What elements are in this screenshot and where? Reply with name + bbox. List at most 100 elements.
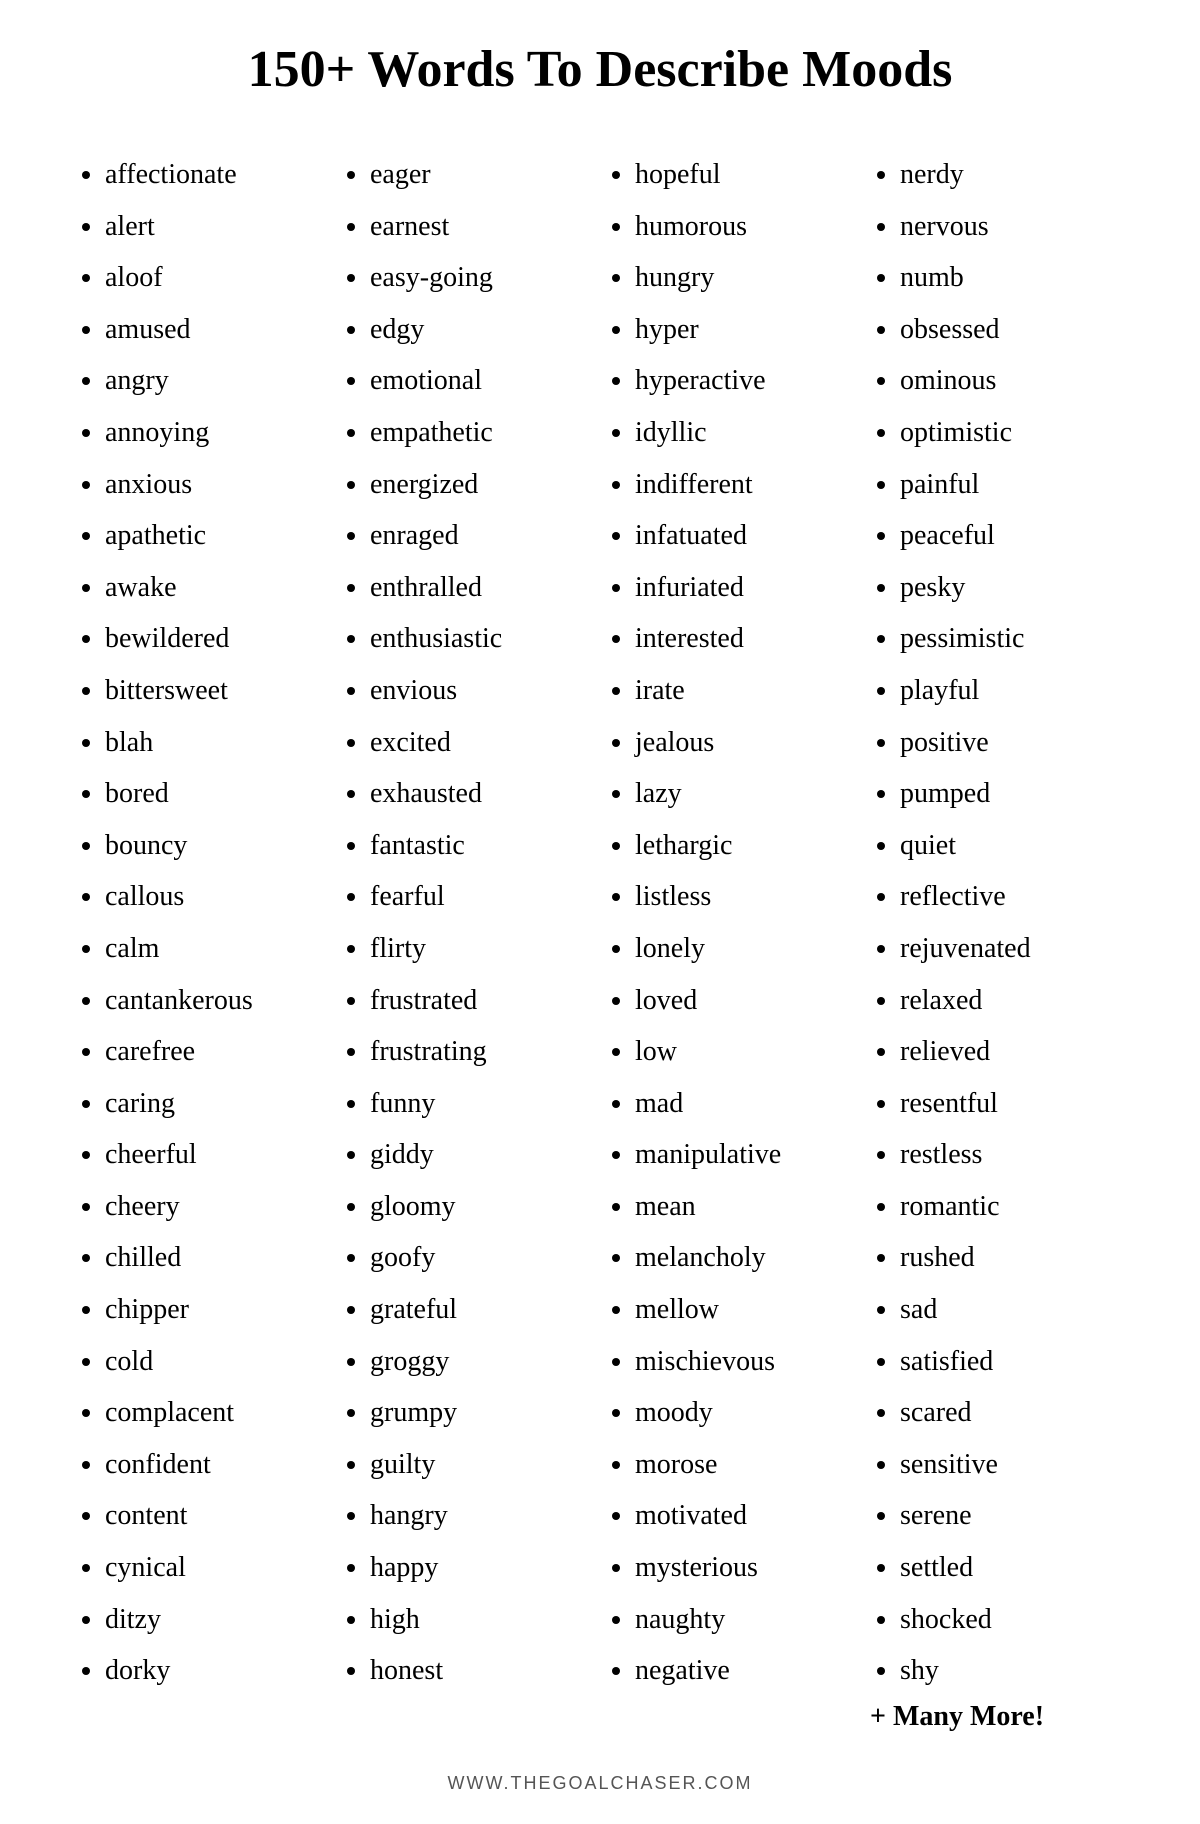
list-item: high bbox=[370, 1594, 590, 1646]
list-item: cold bbox=[105, 1336, 325, 1388]
list-item: humorous bbox=[635, 201, 855, 253]
list-item: complacent bbox=[105, 1387, 325, 1439]
list-item: manipulative bbox=[635, 1129, 855, 1181]
footer: WWW.THEGOALCHASER.COM bbox=[70, 1773, 1130, 1794]
list-item: mad bbox=[635, 1078, 855, 1130]
list-item: lonely bbox=[635, 923, 855, 975]
list-item: morose bbox=[635, 1439, 855, 1491]
list-item: peaceful bbox=[900, 510, 1120, 562]
list-item: relieved bbox=[900, 1026, 1120, 1078]
list-item: cantankerous bbox=[105, 975, 325, 1027]
list-item: easy-going bbox=[370, 252, 590, 304]
list-item: bored bbox=[105, 768, 325, 820]
list-item: nerdy bbox=[900, 149, 1120, 201]
word-list-4: nerdynervousnumbobsessedominousoptimisti… bbox=[875, 149, 1120, 1697]
list-item: cheery bbox=[105, 1181, 325, 1233]
list-item: idyllic bbox=[635, 407, 855, 459]
list-item: quiet bbox=[900, 820, 1120, 872]
list-item: exhausted bbox=[370, 768, 590, 820]
list-item: pesky bbox=[900, 562, 1120, 614]
list-item: rushed bbox=[900, 1232, 1120, 1284]
list-item: negative bbox=[635, 1645, 855, 1697]
list-item: mellow bbox=[635, 1284, 855, 1336]
list-item: infatuated bbox=[635, 510, 855, 562]
list-item: hyper bbox=[635, 304, 855, 356]
list-item: moody bbox=[635, 1387, 855, 1439]
list-item: restless bbox=[900, 1129, 1120, 1181]
list-item: goofy bbox=[370, 1232, 590, 1284]
list-item: lethargic bbox=[635, 820, 855, 872]
list-item: interested bbox=[635, 613, 855, 665]
list-item: hyperactive bbox=[635, 355, 855, 407]
list-item: gloomy bbox=[370, 1181, 590, 1233]
list-item: jealous bbox=[635, 717, 855, 769]
list-item: rejuvenated bbox=[900, 923, 1120, 975]
list-item: motivated bbox=[635, 1490, 855, 1542]
list-item: optimistic bbox=[900, 407, 1120, 459]
column-3: hopefulhumoroushungryhyperhyperactiveidy… bbox=[600, 149, 865, 1733]
list-item: happy bbox=[370, 1542, 590, 1594]
list-item: enthralled bbox=[370, 562, 590, 614]
list-item: resentful bbox=[900, 1078, 1120, 1130]
list-item: calm bbox=[105, 923, 325, 975]
list-item: cheerful bbox=[105, 1129, 325, 1181]
list-item: playful bbox=[900, 665, 1120, 717]
list-item: nervous bbox=[900, 201, 1120, 253]
list-item: awake bbox=[105, 562, 325, 614]
list-item: loved bbox=[635, 975, 855, 1027]
list-item: blah bbox=[105, 717, 325, 769]
list-item: ditzy bbox=[105, 1594, 325, 1646]
list-item: serene bbox=[900, 1490, 1120, 1542]
list-item: guilty bbox=[370, 1439, 590, 1491]
page-container: 150+ Words To Describe Moods affectionat… bbox=[50, 0, 1150, 1824]
list-item: painful bbox=[900, 459, 1120, 511]
list-item: bewildered bbox=[105, 613, 325, 665]
list-item: sad bbox=[900, 1284, 1120, 1336]
list-item: eager bbox=[370, 149, 590, 201]
list-item: earnest bbox=[370, 201, 590, 253]
list-item: aloof bbox=[105, 252, 325, 304]
list-item: affectionate bbox=[105, 149, 325, 201]
list-item: edgy bbox=[370, 304, 590, 356]
word-list-2: eagerearnesteasy-goingedgyemotionalempat… bbox=[345, 149, 590, 1697]
list-item: pessimistic bbox=[900, 613, 1120, 665]
list-item: numb bbox=[900, 252, 1120, 304]
list-item: bouncy bbox=[105, 820, 325, 872]
list-item: settled bbox=[900, 1542, 1120, 1594]
list-item: positive bbox=[900, 717, 1120, 769]
list-item: romantic bbox=[900, 1181, 1120, 1233]
list-item: fantastic bbox=[370, 820, 590, 872]
list-item: lazy bbox=[635, 768, 855, 820]
list-item: irate bbox=[635, 665, 855, 717]
list-item: emotional bbox=[370, 355, 590, 407]
list-item: melancholy bbox=[635, 1232, 855, 1284]
list-item: infuriated bbox=[635, 562, 855, 614]
word-list-3: hopefulhumoroushungryhyperhyperactiveidy… bbox=[610, 149, 855, 1697]
list-item: hungry bbox=[635, 252, 855, 304]
list-item: envious bbox=[370, 665, 590, 717]
list-item: fearful bbox=[370, 871, 590, 923]
list-item: relaxed bbox=[900, 975, 1120, 1027]
list-item: amused bbox=[105, 304, 325, 356]
list-item: annoying bbox=[105, 407, 325, 459]
list-item: bittersweet bbox=[105, 665, 325, 717]
list-item: chipper bbox=[105, 1284, 325, 1336]
list-item: anxious bbox=[105, 459, 325, 511]
columns-container: affectionatealertaloofamusedangryannoyin… bbox=[70, 149, 1130, 1733]
list-item: pumped bbox=[900, 768, 1120, 820]
list-item: frustrating bbox=[370, 1026, 590, 1078]
list-item: ominous bbox=[900, 355, 1120, 407]
list-item: grateful bbox=[370, 1284, 590, 1336]
list-item: content bbox=[105, 1490, 325, 1542]
list-item: shocked bbox=[900, 1594, 1120, 1646]
list-item: energized bbox=[370, 459, 590, 511]
list-item: alert bbox=[105, 201, 325, 253]
list-item: scared bbox=[900, 1387, 1120, 1439]
list-item: enraged bbox=[370, 510, 590, 562]
list-item: caring bbox=[105, 1078, 325, 1130]
plus-more-text: + Many More! bbox=[870, 1697, 1120, 1733]
list-item: satisfied bbox=[900, 1336, 1120, 1388]
list-item: obsessed bbox=[900, 304, 1120, 356]
list-item: listless bbox=[635, 871, 855, 923]
list-item: cynical bbox=[105, 1542, 325, 1594]
